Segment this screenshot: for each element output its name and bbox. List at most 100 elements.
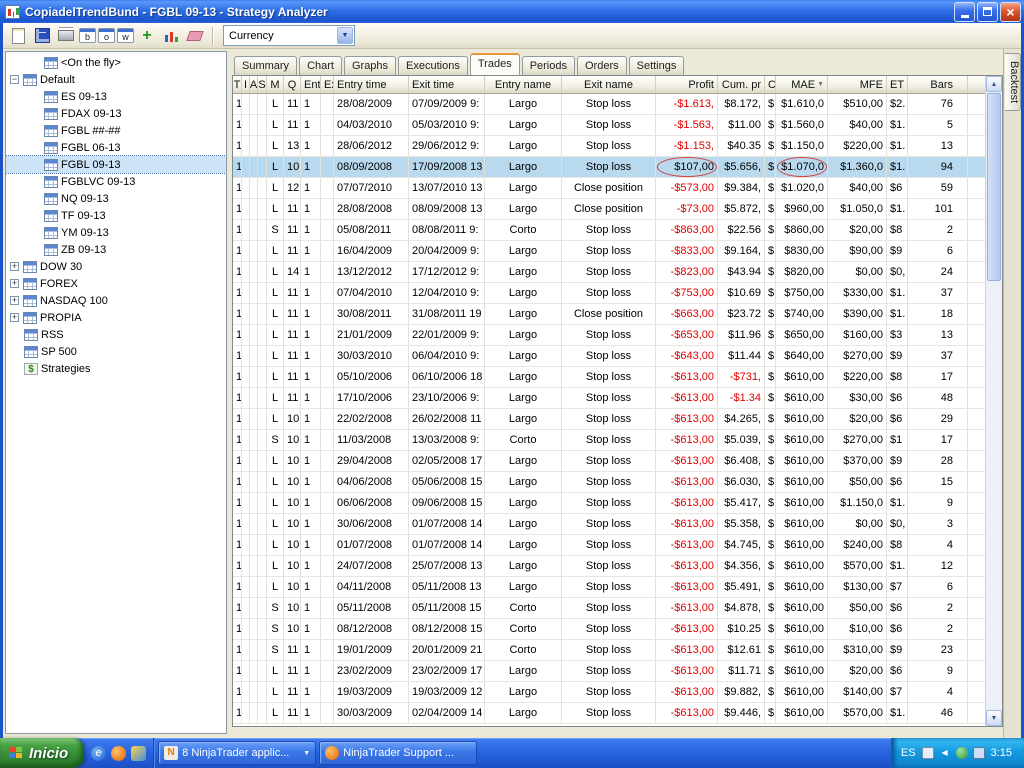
- column-header-entry-time[interactable]: Entry time: [334, 76, 409, 93]
- column-header-mae[interactable]: MAE ▼: [776, 76, 828, 93]
- trade-row[interactable]: 1 L 10 1 04/11/2008 05/11/2008 13 Largo Stop lo…: [233, 577, 985, 598]
- taskbar-button[interactable]: 8 NinjaTrader applic... ▼: [158, 741, 317, 765]
- scrollbar-thumb[interactable]: [987, 93, 1001, 281]
- trade-row[interactable]: 1 L 11 1 28/08/2008 08/09/2008 13 Largo Close p…: [233, 199, 985, 220]
- tab-summary[interactable]: Summary: [234, 56, 298, 75]
- tree-item-dow-30[interactable]: + DOW 30: [6, 258, 226, 275]
- trade-row[interactable]: 1 L 10 1 24/07/2008 25/07/2008 13 Largo Stop lo…: [233, 556, 985, 577]
- tree-item-default[interactable]: − Default: [6, 71, 226, 88]
- trade-row[interactable]: 1 S 11 1 05/08/2011 08/08/2011 9: Corto Stop lo…: [233, 220, 985, 241]
- trade-row[interactable]: 1 L 11 1 30/03/2009 02/04/2009 14 Largo Stop lo…: [233, 703, 985, 724]
- tree-item-on-the-fly[interactable]: <On the fly>: [6, 54, 226, 71]
- tree-item-rss[interactable]: RSS: [6, 326, 226, 343]
- tab-settings[interactable]: Settings: [628, 56, 685, 75]
- trade-row[interactable]: 1 L 14 1 13/12/2012 17/12/2012 9: Largo Stop lo…: [233, 262, 985, 283]
- tree-item-sp-500[interactable]: SP 500: [6, 343, 226, 360]
- trade-row[interactable]: 1 L 11 1 16/04/2009 20/04/2009 9: Largo Stop lo…: [233, 241, 985, 262]
- print-icon[interactable]: [55, 25, 77, 47]
- scroll-down-icon[interactable]: ▼: [986, 710, 1002, 726]
- vertical-scrollbar[interactable]: ▲ ▼: [985, 76, 1002, 726]
- expand-icon[interactable]: +: [10, 296, 19, 305]
- erase-icon[interactable]: [184, 25, 206, 47]
- trade-row[interactable]: 1 L 11 1 07/04/2010 12/04/2010 9: Largo Stop lo…: [233, 283, 985, 304]
- trade-row[interactable]: 1 L 10 1 29/04/2008 02/05/2008 17 Largo Stop lo…: [233, 451, 985, 472]
- period-b-button[interactable]: b: [79, 28, 96, 43]
- tree-item-zb-09-13[interactable]: ZB 09-13: [6, 241, 226, 258]
- trade-row[interactable]: 1 L 11 1 19/03/2009 19/03/2009 12 Largo Stop lo…: [233, 682, 985, 703]
- trade-row[interactable]: 1 L 10 1 04/06/2008 05/06/2008 15 Largo Stop lo…: [233, 472, 985, 493]
- column-header-a[interactable]: A: [250, 76, 258, 93]
- minimize-button[interactable]: [954, 1, 975, 22]
- column-header-bars[interactable]: Bars: [908, 76, 968, 93]
- scroll-up-icon[interactable]: ▲: [986, 76, 1002, 92]
- tab-chart[interactable]: Chart: [299, 56, 342, 75]
- tree-item-tf-09-13[interactable]: TF 09-13: [6, 207, 226, 224]
- tree-item-nq-09-13[interactable]: NQ 09-13: [6, 190, 226, 207]
- tab-periods[interactable]: Periods: [521, 56, 575, 75]
- trade-row[interactable]: 1 L 11 1 17/10/2006 23/10/2006 9: Largo Stop lo…: [233, 388, 985, 409]
- hide-chevron-icon[interactable]: [939, 747, 951, 759]
- chart-bars-icon[interactable]: [160, 25, 182, 47]
- trade-row[interactable]: 1 L 11 1 30/03/2010 06/04/2010 9: Largo Stop lo…: [233, 346, 985, 367]
- column-header-i[interactable]: I: [242, 76, 250, 93]
- tab-executions[interactable]: Executions: [398, 56, 468, 75]
- trade-row[interactable]: 1 L 10 1 22/02/2008 26/02/2008 11 Largo Stop lo…: [233, 409, 985, 430]
- tree-item-propia[interactable]: + PROPIA: [6, 309, 226, 326]
- tree-item-fgbl-06-13[interactable]: FGBL 06-13: [6, 139, 226, 156]
- expand-icon[interactable]: +: [10, 279, 19, 288]
- scrollbar-track[interactable]: [986, 92, 1002, 710]
- tree-item-nasdaq-100[interactable]: + NASDAQ 100: [6, 292, 226, 309]
- column-header-cum-pr[interactable]: Cum. pr: [718, 76, 765, 93]
- currency-combobox[interactable]: Currency ▼: [223, 25, 355, 46]
- tree-item-forex[interactable]: + FOREX: [6, 275, 226, 292]
- backtest-tab[interactable]: Backtest: [1005, 53, 1021, 112]
- add-plus-button[interactable]: +: [136, 25, 158, 47]
- column-header-entry-name[interactable]: Entry name: [485, 76, 562, 93]
- trade-row[interactable]: 1 S 10 1 08/12/2008 08/12/2008 15 Corto Stop lo…: [233, 619, 985, 640]
- chevron-down-icon[interactable]: ▼: [337, 27, 353, 44]
- expand-icon[interactable]: +: [10, 313, 19, 322]
- trade-row[interactable]: 1 S 11 1 19/01/2009 20/01/2009 21 Corto Stop lo…: [233, 640, 985, 661]
- period-w-button[interactable]: w: [117, 28, 134, 43]
- trade-row[interactable]: 1 L 11 1 28/08/2009 07/09/2009 9: Largo Stop lo…: [233, 94, 985, 115]
- maximize-button[interactable]: [977, 1, 998, 22]
- trade-row[interactable]: 1 L 10 1 30/06/2008 01/07/2008 14 Largo Stop lo…: [233, 514, 985, 535]
- column-header-et[interactable]: ET: [887, 76, 908, 93]
- tree-item-fgbl[interactable]: FGBL ##-##: [6, 122, 226, 139]
- tab-graphs[interactable]: Graphs: [343, 56, 397, 75]
- new-document-icon[interactable]: [7, 25, 29, 47]
- trade-row[interactable]: 1 L 10 1 08/09/2008 17/09/2008 13 Largo Stop lo…: [233, 157, 985, 178]
- tree-item-fgblvc-09-13[interactable]: FGBLVC 09-13: [6, 173, 226, 190]
- monitor-icon[interactable]: [972, 747, 985, 759]
- ie-icon[interactable]: [91, 745, 107, 761]
- column-header-c[interactable]: C: [765, 76, 776, 93]
- start-button[interactable]: Inicio: [0, 738, 85, 768]
- trade-row[interactable]: 1 L 12 1 07/07/2010 13/07/2010 13 Largo Close p…: [233, 178, 985, 199]
- column-header-profit[interactable]: Profit: [656, 76, 718, 93]
- column-header-ex[interactable]: Ex: [321, 76, 334, 93]
- collapse-icon[interactable]: −: [10, 75, 19, 84]
- taskbar-button[interactable]: NinjaTrader Support ...: [319, 741, 478, 765]
- language-indicator[interactable]: ES: [901, 747, 916, 759]
- expand-icon[interactable]: +: [10, 262, 19, 271]
- trade-row[interactable]: 1 L 11 1 23/02/2009 23/02/2009 17 Largo Stop lo…: [233, 661, 985, 682]
- tree-item-strategies[interactable]: Strategies: [6, 360, 226, 377]
- shield-icon[interactable]: [955, 747, 968, 759]
- trade-row[interactable]: 1 L 10 1 06/06/2008 09/06/2008 15 Largo Stop lo…: [233, 493, 985, 514]
- tab-orders[interactable]: Orders: [576, 56, 627, 75]
- trade-row[interactable]: 1 L 11 1 05/10/2006 06/10/2006 18 Largo Stop lo…: [233, 367, 985, 388]
- keyboard-icon[interactable]: [921, 747, 934, 759]
- save-icon[interactable]: [31, 25, 53, 47]
- explorer-icon[interactable]: [131, 745, 147, 761]
- tree-item-es-09-13[interactable]: ES 09-13: [6, 88, 226, 105]
- trade-row[interactable]: 1 S 10 1 11/03/2008 13/03/2008 9: Corto Stop lo…: [233, 430, 985, 451]
- trade-row[interactable]: 1 L 11 1 30/08/2011 31/08/2011 19 Largo Close p…: [233, 304, 985, 325]
- column-header-s[interactable]: S: [258, 76, 267, 93]
- trade-row[interactable]: 1 L 10 1 01/07/2008 01/07/2008 14 Largo Stop lo…: [233, 535, 985, 556]
- column-header-exit-time[interactable]: Exit time: [409, 76, 485, 93]
- close-button[interactable]: ×: [1000, 1, 1021, 22]
- trade-row[interactable]: 1 L 11 1 21/01/2009 22/01/2009 9: Largo Stop lo…: [233, 325, 985, 346]
- column-header-mfe[interactable]: MFE: [828, 76, 887, 93]
- tree-item-fgbl-09-13[interactable]: FGBL 09-13: [6, 155, 226, 174]
- tree-item-ym-09-13[interactable]: YM 09-13: [6, 224, 226, 241]
